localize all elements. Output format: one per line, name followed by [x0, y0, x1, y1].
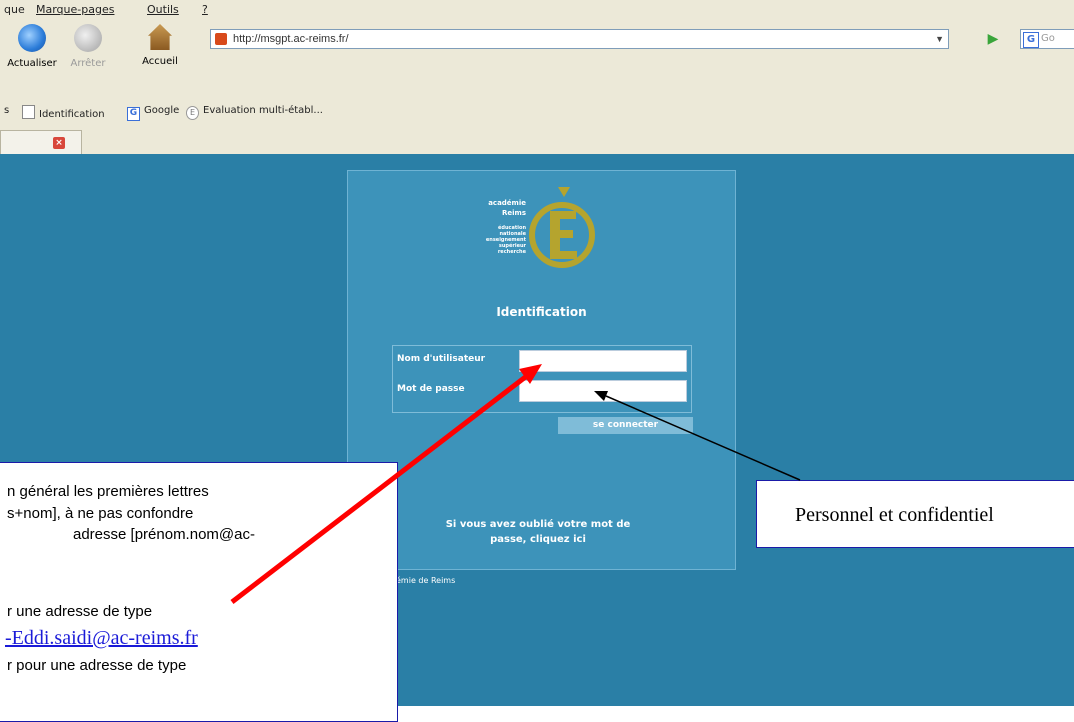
login-form: Nom d'utilisateur Mot de passe [392, 345, 692, 413]
login-button[interactable]: se connecter [558, 417, 693, 434]
google-icon[interactable]: G [1023, 32, 1039, 48]
refresh-button[interactable]: Actualiser [2, 24, 62, 86]
callout-email-link[interactable]: -Eddi.saidi@ac-reims.fr [5, 627, 198, 650]
page-icon [22, 105, 35, 119]
logo-line: académie [488, 199, 526, 207]
callout-line: r une adresse de type [7, 603, 153, 620]
home-icon [148, 24, 172, 50]
menu-bar: que Marque-pages Outils ? [0, 0, 1074, 21]
home-label: Accueil [142, 56, 178, 67]
username-input[interactable] [519, 350, 687, 372]
academie-logo: académie Reims éducation nationale ensei… [486, 187, 595, 268]
forgot-line-2: passe, cliquez ici [490, 534, 586, 545]
close-icon[interactable]: × [53, 137, 65, 149]
refresh-icon [18, 24, 46, 52]
forgot-password-link[interactable]: Si vous avez oublié votre mot de passe, … [388, 517, 688, 547]
logo-line: recherche [498, 249, 527, 255]
bookmarks-toolbar: s Identification G Google E Evaluation mul… [0, 90, 1074, 130]
stop-button[interactable]: Arrêter [58, 24, 118, 86]
search-input[interactable]: G Go [1020, 29, 1074, 49]
bookmark-label: Evaluation multi-établ... [203, 105, 323, 116]
login-panel: académie Reims éducation nationale ensei… [347, 170, 736, 570]
username-label: Nom d'utilisateur [397, 354, 486, 364]
menu-item-tools-partial[interactable]: que [4, 3, 25, 16]
callout-line: s+nom], à ne pas confondre [7, 505, 194, 522]
google-icon: G [127, 107, 140, 121]
callout-password-note: Personnel et confidentiel [756, 480, 1074, 548]
go-arrow-icon[interactable]: ▶ [983, 30, 1003, 48]
callout-line: r pour une adresse de type [7, 657, 187, 674]
bookmark-partial[interactable]: s [4, 105, 9, 116]
menu-item-bookmarks[interactable]: Marque-pages [36, 3, 114, 16]
search-placeholder: Go [1041, 33, 1055, 44]
callout-line: n général les premières lettres [7, 483, 209, 500]
logo-line: éducation [498, 224, 526, 231]
stop-label: Arrêter [70, 58, 106, 69]
bookmark-evaluation[interactable]: E Evaluation multi-établ... [186, 105, 323, 120]
callout-line: adresse [prénom.nom@ac- [73, 526, 255, 543]
page-footer: émie de Reims [396, 576, 456, 585]
refresh-label: Actualiser [7, 58, 57, 69]
forgot-line-1: Si vous avez oublié votre mot de [445, 519, 631, 530]
chevron-down-icon[interactable]: ▼ [935, 30, 944, 48]
bookmark-label: Google [144, 105, 180, 116]
logo-accent [558, 187, 570, 197]
password-label: Mot de passe [397, 384, 465, 394]
password-input[interactable] [519, 380, 687, 402]
address-bar[interactable]: http://msgpt.ac-reims.fr/ ▼ [210, 29, 949, 49]
home-button[interactable]: Accueil [130, 24, 190, 86]
globe-icon: E [186, 106, 199, 120]
bookmark-identification[interactable]: Identification [22, 105, 105, 120]
menu-item-help[interactable]: ? [202, 3, 208, 16]
logo-line: Reims [502, 209, 526, 217]
logo-letter-e [550, 211, 577, 259]
site-favicon-icon [215, 33, 227, 45]
bookmark-label: Identification [39, 109, 105, 120]
tab-active[interactable]: × [0, 130, 82, 155]
tab-strip: × [0, 130, 1074, 155]
menu-item-tools[interactable]: Outils [147, 3, 179, 16]
callout-username-note: n général les premières lettres s+nom], … [0, 462, 398, 722]
stop-icon [74, 24, 102, 52]
logo-line: supérieur [499, 242, 527, 249]
bookmark-google[interactable]: G Google [127, 105, 179, 121]
address-text: http://msgpt.ac-reims.fr/ [233, 33, 349, 45]
login-title: Identification [496, 305, 587, 319]
